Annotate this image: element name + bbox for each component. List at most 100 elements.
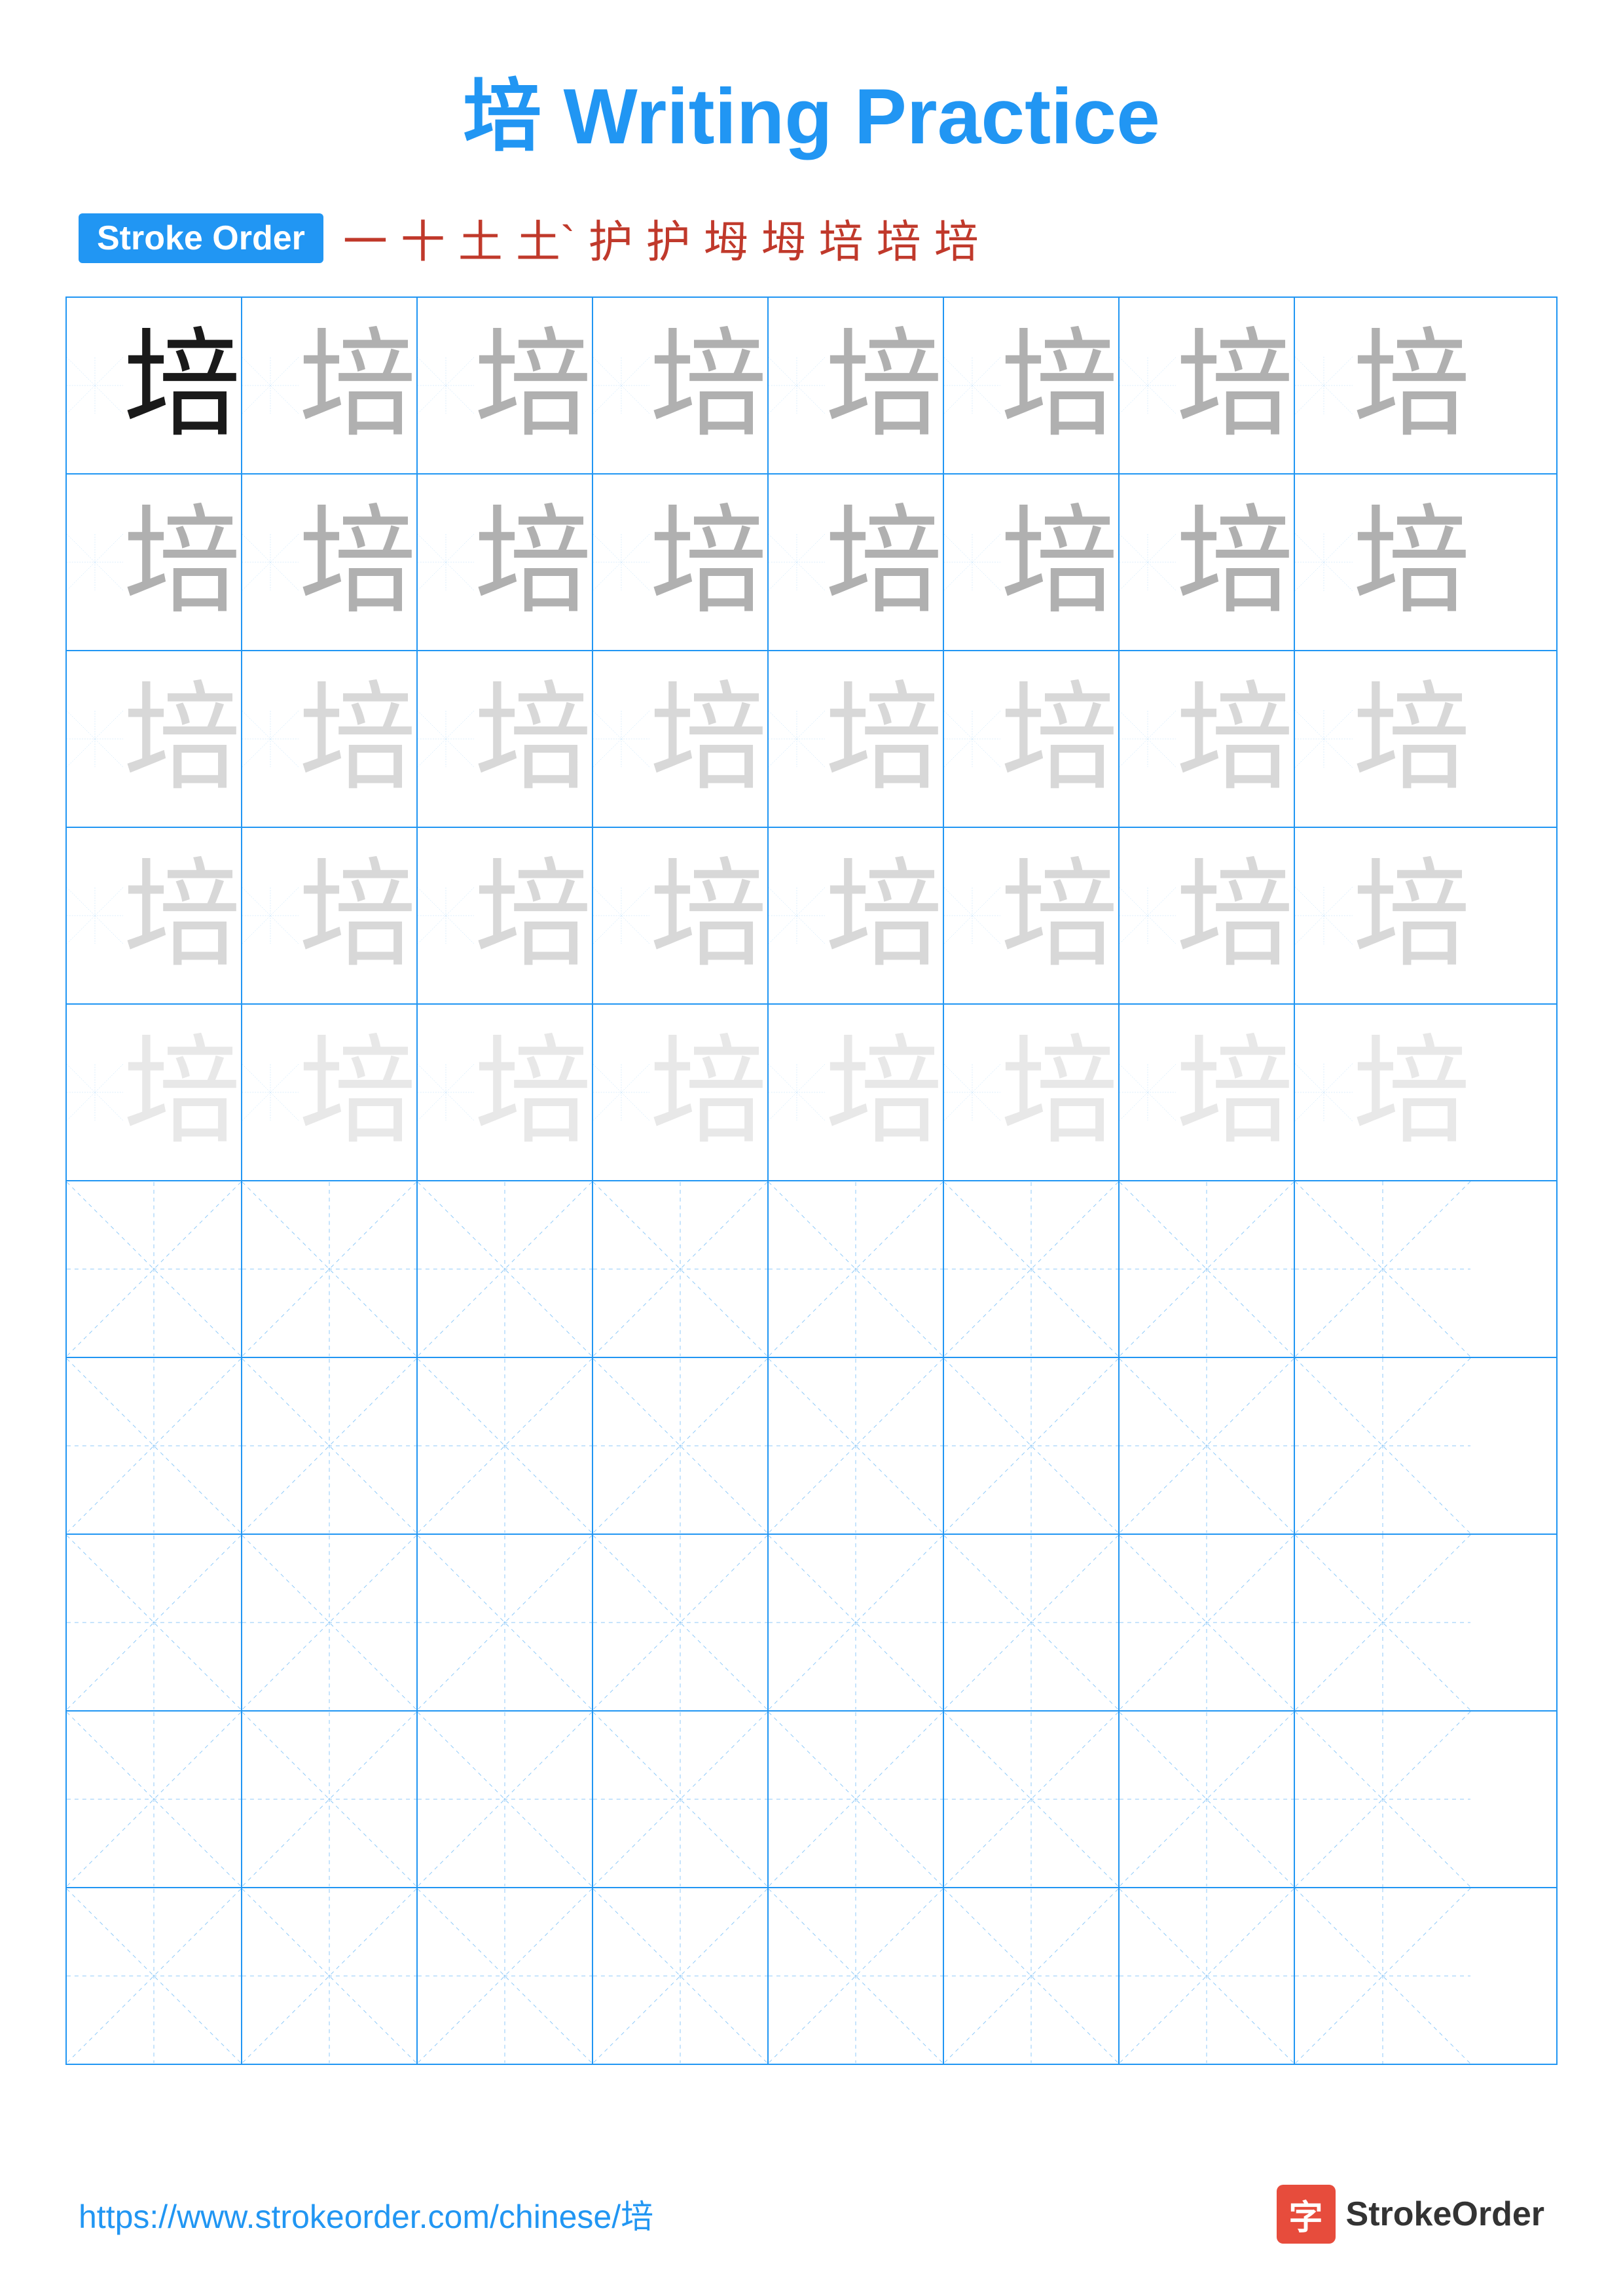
grid-cell[interactable]: 培	[418, 651, 593, 827]
grid-cell[interactable]: 培	[418, 1005, 593, 1180]
grid-row: 培 培 培	[67, 651, 1556, 828]
grid-cell[interactable]	[242, 1358, 418, 1534]
grid-cell[interactable]: 培	[769, 1005, 944, 1180]
grid-cell[interactable]	[67, 1712, 242, 1887]
grid-cell[interactable]	[67, 1358, 242, 1534]
grid-cell[interactable]: 培	[1295, 475, 1470, 650]
grid-cell[interactable]	[1120, 1712, 1295, 1887]
grid-cell[interactable]	[769, 1888, 944, 2064]
grid-cell[interactable]	[242, 1712, 418, 1887]
grid-cell[interactable]: 培	[593, 475, 769, 650]
grid-cell[interactable]	[67, 1535, 242, 1710]
logo-icon: 字	[1277, 2185, 1336, 2244]
grid-cell[interactable]	[944, 1535, 1120, 1710]
page-title: 培 Writing Practice	[0, 0, 1623, 206]
grid-cell[interactable]	[1120, 1181, 1295, 1357]
grid-row	[67, 1535, 1556, 1712]
grid-cell[interactable]	[1120, 1358, 1295, 1534]
grid-cell[interactable]	[593, 1712, 769, 1887]
footer: https://www.strokeorder.com/chinese/培 字 …	[0, 2185, 1623, 2244]
grid-row	[67, 1712, 1556, 1888]
grid-cell[interactable]: 培	[67, 1005, 242, 1180]
grid-cell[interactable]	[593, 1358, 769, 1534]
grid-cell[interactable]	[418, 1181, 593, 1357]
grid-cell[interactable]: 培	[593, 651, 769, 827]
grid-cell[interactable]	[1295, 1712, 1470, 1887]
practice-grid: 培 培 培	[65, 296, 1558, 2065]
grid-cell[interactable]: 培	[1120, 475, 1295, 650]
grid-cell[interactable]: 培	[1120, 298, 1295, 473]
grid-cell[interactable]	[769, 1535, 944, 1710]
grid-cell[interactable]	[242, 1888, 418, 2064]
grid-row	[67, 1181, 1556, 1358]
grid-cell[interactable]: 培	[593, 828, 769, 1003]
grid-row	[67, 1888, 1556, 2064]
grid-cell[interactable]: 培	[944, 651, 1120, 827]
grid-cell[interactable]: 培	[242, 1005, 418, 1180]
stroke-sequence: 一 十 土 土` 护 护 坶 坶 培 培 培	[343, 206, 979, 270]
grid-cell[interactable]: 培	[1295, 828, 1470, 1003]
grid-row: 培 培 培	[67, 1005, 1556, 1181]
grid-cell[interactable]	[242, 1181, 418, 1357]
grid-cell[interactable]	[593, 1535, 769, 1710]
grid-row: 培 培 培	[67, 475, 1556, 651]
grid-cell[interactable]	[67, 1181, 242, 1357]
grid-cell[interactable]: 培	[242, 828, 418, 1003]
grid-cell[interactable]	[1295, 1888, 1470, 2064]
footer-logo: 字 StrokeOrder	[1277, 2185, 1544, 2244]
grid-cell[interactable]	[944, 1181, 1120, 1357]
grid-cell[interactable]: 培	[67, 828, 242, 1003]
grid-cell[interactable]	[593, 1888, 769, 2064]
grid-cell[interactable]: 培	[769, 651, 944, 827]
grid-cell[interactable]	[242, 1535, 418, 1710]
footer-url[interactable]: https://www.strokeorder.com/chinese/培	[79, 2191, 653, 2238]
logo-label: StrokeOrder	[1346, 2195, 1544, 2234]
grid-cell[interactable]: 培	[418, 828, 593, 1003]
grid-cell[interactable]: 培	[418, 298, 593, 473]
grid-row: 培 培 培	[67, 828, 1556, 1005]
grid-cell[interactable]	[1295, 1181, 1470, 1357]
grid-cell[interactable]	[769, 1181, 944, 1357]
grid-cell[interactable]: 培	[944, 1005, 1120, 1180]
grid-cell[interactable]: 培	[769, 828, 944, 1003]
grid-cell[interactable]: 培	[67, 298, 242, 473]
grid-cell[interactable]: 培	[242, 298, 418, 473]
grid-cell[interactable]	[944, 1888, 1120, 2064]
grid-cell[interactable]: 培	[1295, 1005, 1470, 1180]
grid-cell[interactable]: 培	[593, 1005, 769, 1180]
grid-cell[interactable]: 培	[769, 298, 944, 473]
grid-cell[interactable]: 培	[1295, 298, 1470, 473]
grid-cell[interactable]	[1295, 1358, 1470, 1534]
grid-cell[interactable]	[418, 1358, 593, 1534]
grid-cell[interactable]: 培	[1295, 651, 1470, 827]
grid-row	[67, 1358, 1556, 1535]
grid-cell[interactable]: 培	[67, 475, 242, 650]
grid-row: 培 培 培	[67, 298, 1556, 475]
grid-cell[interactable]	[1120, 1535, 1295, 1710]
grid-cell[interactable]: 培	[242, 651, 418, 827]
grid-cell[interactable]	[769, 1712, 944, 1887]
grid-cell[interactable]: 培	[944, 298, 1120, 473]
grid-cell[interactable]	[418, 1712, 593, 1887]
grid-cell[interactable]: 培	[1120, 651, 1295, 827]
grid-cell[interactable]: 培	[944, 828, 1120, 1003]
grid-cell[interactable]: 培	[944, 475, 1120, 650]
grid-cell[interactable]	[1120, 1888, 1295, 2064]
grid-cell[interactable]	[593, 1181, 769, 1357]
grid-cell[interactable]: 培	[242, 475, 418, 650]
grid-cell[interactable]: 培	[769, 475, 944, 650]
grid-cell[interactable]	[67, 1888, 242, 2064]
grid-cell[interactable]	[944, 1712, 1120, 1887]
stroke-order-section: Stroke Order 一 十 土 土` 护 护 坶 坶 培 培 培	[0, 206, 1623, 270]
grid-cell[interactable]	[769, 1358, 944, 1534]
grid-cell[interactable]: 培	[67, 651, 242, 827]
grid-cell[interactable]	[944, 1358, 1120, 1534]
stroke-order-badge: Stroke Order	[79, 213, 323, 263]
grid-cell[interactable]: 培	[1120, 1005, 1295, 1180]
grid-cell[interactable]	[418, 1888, 593, 2064]
grid-cell[interactable]: 培	[1120, 828, 1295, 1003]
grid-cell[interactable]: 培	[593, 298, 769, 473]
grid-cell[interactable]: 培	[418, 475, 593, 650]
grid-cell[interactable]	[418, 1535, 593, 1710]
grid-cell[interactable]	[1295, 1535, 1470, 1710]
